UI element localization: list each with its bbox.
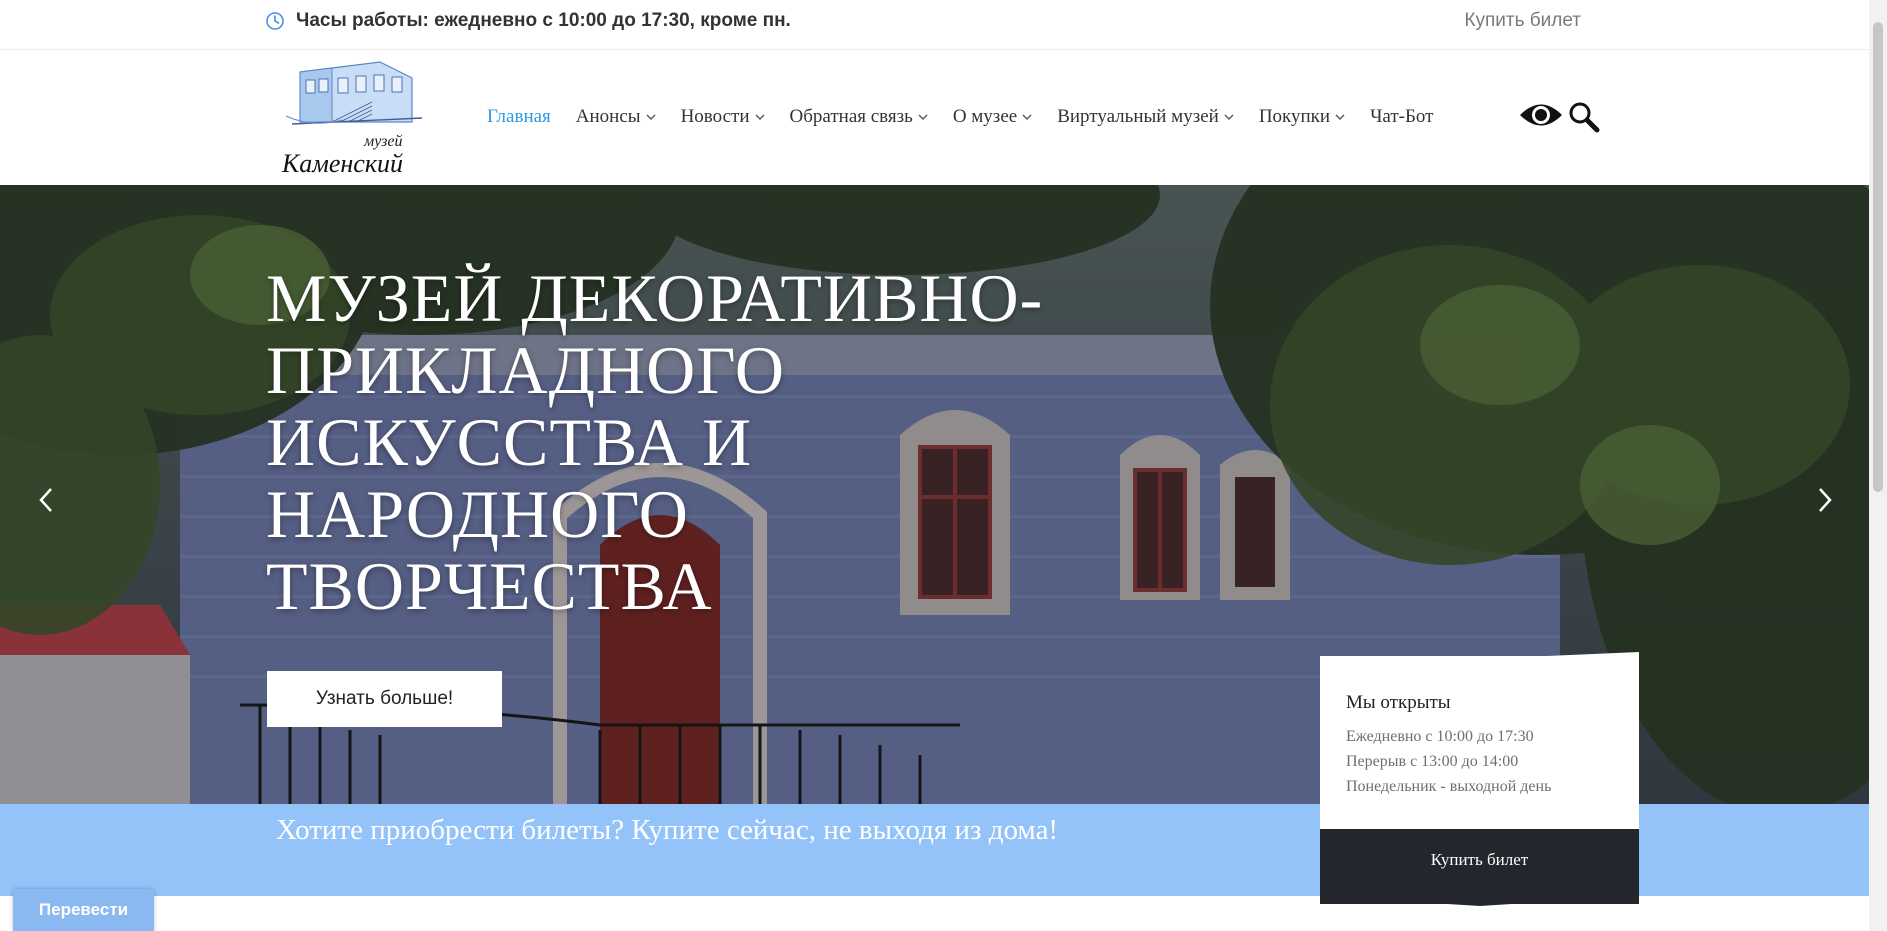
- chevron-down-icon: [646, 114, 656, 120]
- nav-item-shop[interactable]: Покупки: [1259, 106, 1345, 128]
- chevron-down-icon: [918, 114, 928, 120]
- buy-ticket-link[interactable]: Купить билет: [1464, 10, 1581, 32]
- nav-item-chatbot[interactable]: Чат-Бот: [1370, 106, 1433, 128]
- opening-hours-line: Ежедневно с 10:00 до 17:30: [1346, 728, 1534, 745]
- logo-text-name: Каменский: [281, 149, 403, 178]
- page-scrollbar[interactable]: [1869, 0, 1887, 931]
- working-hours: Часы работы: ежедневно с 10:00 до 17:30,…: [296, 10, 791, 31]
- top-bar: Часы работы: ежедневно с 10:00 до 17:30,…: [0, 0, 1887, 50]
- chevron-left-icon[interactable]: [36, 485, 56, 515]
- site-header: музей Каменский Главная Анонсы Новости О…: [0, 50, 1887, 185]
- tickets-band-text: Хотите приобрести билеты? Купите сейчас,…: [276, 814, 1059, 846]
- hero-title: МУЗЕЙ ДЕКОРАТИВНО-ПРИКЛАДНОГО ИСКУССТВА …: [266, 260, 1044, 624]
- buy-ticket-label: Купить билет: [1430, 850, 1529, 869]
- museum-logo[interactable]: музей Каменский: [272, 58, 444, 180]
- nav-item-about[interactable]: О музее: [953, 106, 1032, 128]
- chevron-down-icon: [755, 114, 765, 120]
- logo-text-museum: музей: [363, 133, 402, 150]
- nav-item-home[interactable]: Главная: [487, 106, 551, 128]
- chevron-right-icon[interactable]: [1815, 485, 1835, 515]
- nav-item-feedback[interactable]: Обратная связь: [790, 106, 928, 128]
- nav-item-virtual-museum[interactable]: Виртуальный музей: [1057, 106, 1234, 128]
- opening-hours-line: Перерыв с 13:00 до 14:00: [1346, 753, 1519, 770]
- main-nav: Главная Анонсы Новости Обратная связь О …: [487, 106, 1458, 128]
- opening-hours-title: Мы открыты: [1346, 692, 1451, 713]
- eye-icon[interactable]: [1518, 98, 1564, 132]
- opening-hours-card: Мы открыты Ежедневно с 10:00 до 17:30 Пе…: [1320, 656, 1639, 829]
- search-icon[interactable]: [1568, 101, 1600, 133]
- card-bottom-arrow: [1320, 884, 1639, 906]
- learn-more-button[interactable]: Узнать больше!: [267, 671, 502, 727]
- chevron-down-icon: [1224, 114, 1234, 120]
- scrollbar-thumb[interactable]: [1873, 22, 1883, 492]
- translate-button[interactable]: Перевести: [13, 889, 154, 931]
- nav-item-news[interactable]: Новости: [681, 106, 765, 128]
- chevron-down-icon: [1335, 114, 1345, 120]
- chevron-down-icon: [1022, 114, 1032, 120]
- nav-item-announcements[interactable]: Анонсы: [576, 106, 656, 128]
- opening-hours-line: Понедельник - выходной день: [1346, 778, 1552, 795]
- clock-icon: [266, 12, 284, 30]
